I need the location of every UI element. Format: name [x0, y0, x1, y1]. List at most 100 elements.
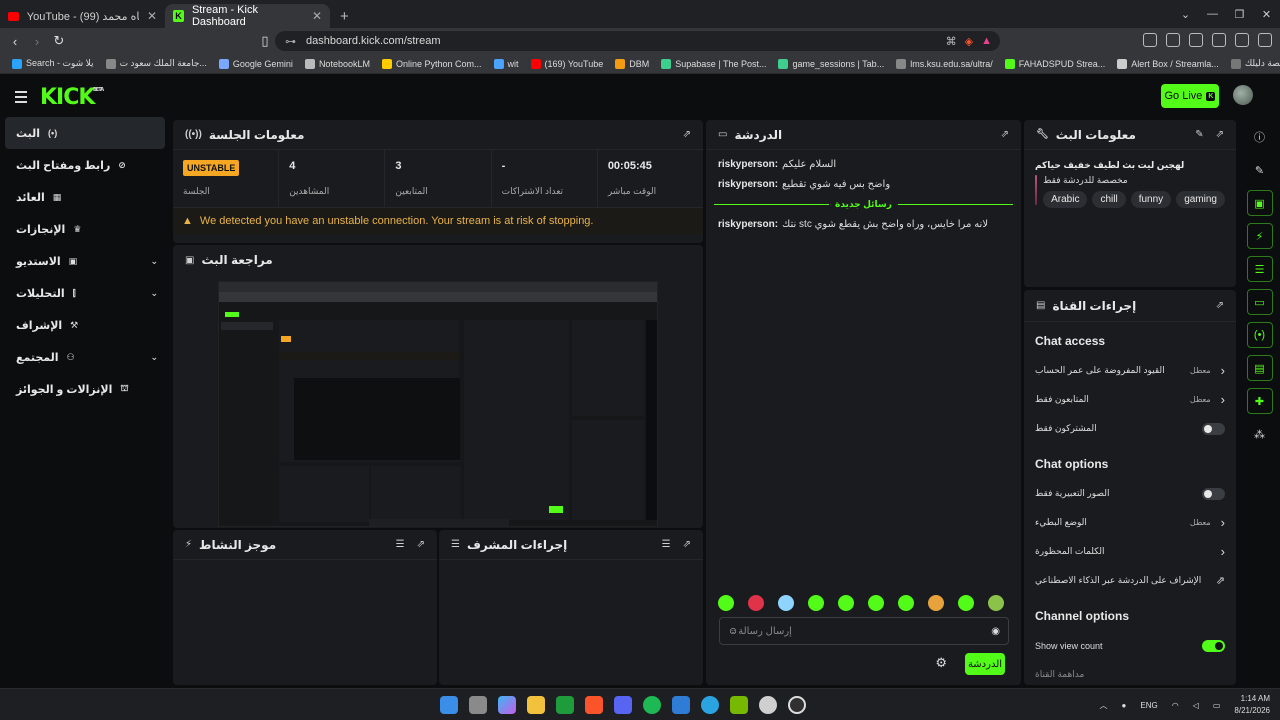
tab-search-icon[interactable]: ⌄	[1172, 8, 1199, 21]
bookmark-item[interactable]: منصة دليلك	[1225, 58, 1280, 69]
channel-action-row[interactable]: الصور التعبيرية فقط	[1024, 479, 1236, 508]
sidebar-item-7[interactable]: ⌄ المجتمع ⚇	[0, 341, 168, 373]
kick-logo[interactable]: KICK BETA	[40, 85, 104, 110]
brave-rewards-icon[interactable]: ▲	[981, 35, 992, 48]
user-avatar[interactable]	[1233, 85, 1253, 105]
menu-icon[interactable]	[1258, 33, 1272, 47]
back-icon[interactable]: ‹	[4, 34, 26, 49]
close-window-button[interactable]: ✕	[1253, 8, 1280, 21]
chevron-right-icon[interactable]: ›	[1221, 544, 1225, 559]
tag-chip[interactable]: chill	[1092, 191, 1126, 208]
wallet-icon[interactable]	[1189, 33, 1203, 47]
bookmark-item[interactable]: Search - يلا شوت	[6, 58, 100, 69]
spotify-icon[interactable]	[643, 696, 661, 714]
popout-icon[interactable]: ⇗	[1001, 129, 1009, 140]
xbox-icon[interactable]	[556, 696, 574, 714]
close-icon[interactable]: ✕	[147, 9, 157, 23]
popout-icon[interactable]: ⇗	[417, 539, 425, 550]
sidebar-item-6[interactable]: الإشراف ⚒	[0, 309, 168, 341]
translate-icon[interactable]: ⌘	[946, 35, 957, 48]
info-icon[interactable]: ⓘ	[1247, 124, 1273, 150]
chat-settings-icon[interactable]: ⚙	[935, 655, 947, 671]
chat-username[interactable]: riskyperson:	[718, 219, 778, 230]
tag-chip[interactable]: funny	[1130, 191, 1172, 208]
server-icon[interactable]: ▤	[1246, 355, 1273, 381]
emote-icon[interactable]	[898, 595, 914, 611]
chevron-up-icon[interactable]: ︿	[1100, 700, 1108, 711]
sidebar-item-1[interactable]: رابط ومفتاح البث ⊘	[0, 149, 168, 181]
edit-icon[interactable]: ✎	[1195, 129, 1203, 140]
emote-icon[interactable]	[838, 595, 854, 611]
language-indicator[interactable]: ENG	[1140, 701, 1157, 710]
bookmark-item[interactable]: Alert Box / Streamla...	[1111, 58, 1225, 69]
kick-emote-icon[interactable]: ◉	[991, 626, 1000, 637]
bookmark-item[interactable]: Google Gemini	[213, 58, 299, 69]
sidebar-item-2[interactable]: العائد ▦	[0, 181, 168, 213]
filter-icon[interactable]: ☰	[396, 539, 405, 550]
toggle-switch[interactable]	[1202, 639, 1225, 652]
chat-username[interactable]: riskyperson:	[718, 159, 778, 170]
volume-icon[interactable]: ◁	[1193, 701, 1199, 710]
channel-action-row[interactable]: القيود المفروضة على عمر الحساب معطل ›	[1024, 356, 1236, 385]
external-link-icon[interactable]: ⇗	[1216, 574, 1225, 587]
filter-icon[interactable]: ☰	[662, 539, 671, 550]
popout-icon[interactable]: ⇗	[1216, 129, 1224, 140]
brave-shield-icon[interactable]: ◈	[965, 35, 973, 48]
channel-action-row[interactable]: Show view count	[1024, 631, 1236, 660]
task-view-icon[interactable]	[469, 696, 487, 714]
nvidia-icon[interactable]	[730, 696, 748, 714]
emote-icon[interactable]	[748, 595, 764, 611]
channel-action-row[interactable]: الوضع البطيء معطل ›	[1024, 508, 1236, 537]
bookmark-item[interactable]: FAHADSPUD Strea...	[999, 58, 1112, 69]
bookmark-item[interactable]: Online Python Com...	[376, 58, 488, 69]
emote-icon[interactable]	[988, 595, 1004, 611]
emoji-icon[interactable]: ☺	[728, 626, 738, 637]
wrench-icon[interactable]: ✚	[1246, 388, 1273, 414]
channel-action-row[interactable]: الكلمات المحظورة ›	[1024, 537, 1236, 566]
preview-widget-icon[interactable]: ▣	[1246, 190, 1273, 216]
emote-icon[interactable]	[868, 595, 884, 611]
bookmark-item[interactable]: (169) YouTube	[525, 58, 610, 69]
obs-icon[interactable]	[788, 696, 806, 714]
list-icon[interactable]: ☰	[1246, 256, 1273, 282]
brave-icon[interactable]	[585, 696, 603, 714]
hamburger-menu-icon[interactable]	[15, 91, 27, 106]
popout-icon[interactable]: ⇗	[683, 539, 691, 550]
popout-icon[interactable]: ⇗	[1216, 300, 1224, 311]
channel-action-row[interactable]: مداهمة القناة	[1024, 660, 1236, 689]
settings-icon[interactable]	[759, 696, 777, 714]
battery-icon[interactable]: ▭	[1213, 701, 1221, 710]
channel-action-row[interactable]: المشتركون فقط	[1024, 414, 1236, 443]
more-widgets-icon[interactable]: ⁂	[1247, 421, 1273, 447]
browser-tab-kick[interactable]: K Stream - Kick Dashboard ✕	[165, 4, 330, 28]
telegram-icon[interactable]	[701, 696, 719, 714]
chevron-right-icon[interactable]: ›	[1221, 392, 1225, 407]
browser-tab-youtube[interactable]: YouTube - فررت اعيش حياه محمد (99) ✕	[0, 4, 165, 28]
chat-send-button[interactable]: الدردشة	[965, 653, 1005, 675]
media-icon[interactable]	[1143, 33, 1157, 47]
wifi-icon[interactable]: ◠	[1172, 701, 1179, 710]
reload-icon[interactable]: ↻	[48, 33, 70, 49]
minimize-button[interactable]: —	[1199, 8, 1226, 20]
url-field[interactable]: ⊶ dashboard.kick.com/stream ⌘ ◈ ▲	[275, 31, 1000, 51]
bookmark-icon[interactable]: ▯	[254, 33, 276, 49]
category-label[interactable]: مخصصة للدردشة فقط	[1043, 175, 1225, 186]
bookmark-item[interactable]: wit	[488, 58, 525, 69]
forward-icon[interactable]: ›	[26, 34, 48, 49]
copilot-icon[interactable]	[498, 696, 516, 714]
outlook-icon[interactable]	[672, 696, 690, 714]
maximize-button[interactable]: ❐	[1226, 8, 1253, 21]
edit-icon[interactable]: ✎	[1247, 157, 1273, 183]
emote-icon[interactable]	[958, 595, 974, 611]
chevron-right-icon[interactable]: ›	[1221, 515, 1225, 530]
new-tab-button[interactable]: +	[330, 4, 359, 28]
discord-icon[interactable]	[614, 696, 632, 714]
live-icon[interactable]: (•)	[1246, 322, 1273, 348]
emote-icon[interactable]	[808, 595, 824, 611]
sidebar-item-4[interactable]: ⌄ الاستديو ▣	[0, 245, 168, 277]
go-live-button[interactable]: Go Live K	[1161, 84, 1219, 108]
chat-icon[interactable]: ▭	[1246, 289, 1273, 315]
bookmark-item[interactable]: lms.ksu.edu.sa/ultra/	[890, 58, 999, 69]
toggle-switch[interactable]	[1202, 487, 1225, 500]
channel-action-row[interactable]: المتابعون فقط معطل ›	[1024, 385, 1236, 414]
